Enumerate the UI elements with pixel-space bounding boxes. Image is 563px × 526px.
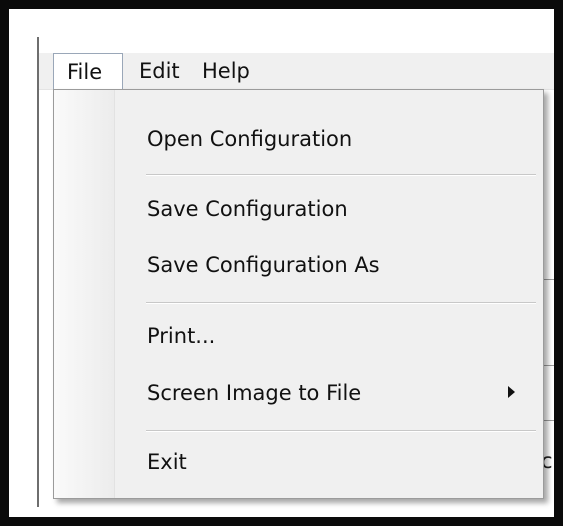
menu-item-label: Save Configuration [147,197,348,221]
file-dropdown-menu: Open Configuration Save Configuration Sa… [53,89,544,499]
menu-item-label: Open Configuration [147,127,353,151]
menu-item-open-configuration[interactable]: Open Configuration [54,114,543,164]
menu-item-label: Print... [147,324,216,348]
menu-separator [146,302,536,304]
menu-item-screen-image-to-file[interactable]: Screen Image to File [54,368,543,418]
menu-item-exit[interactable]: Exit [54,437,543,487]
menu-separator [146,430,536,432]
menu-item-save-configuration-as[interactable]: Save Configuration As [54,240,543,290]
triangle-right-icon [508,386,515,398]
menu-bar: File Edit Help [39,53,554,90]
menu-item-label: Screen Image to File [147,381,362,405]
menu-item-save-configuration[interactable]: Save Configuration [54,184,543,234]
menu-separator [146,174,536,176]
menu-item-print[interactable]: Print... [54,311,543,361]
menu-item-label: Save Configuration As [147,253,380,277]
menu-help[interactable]: Help [189,53,261,89]
menu-edit[interactable]: Edit [126,53,186,89]
menu-file[interactable]: File [53,53,123,89]
screenshot-frame: File Edit Help c Open Configuration Save… [0,0,563,526]
menu-item-label: Exit [147,450,187,474]
